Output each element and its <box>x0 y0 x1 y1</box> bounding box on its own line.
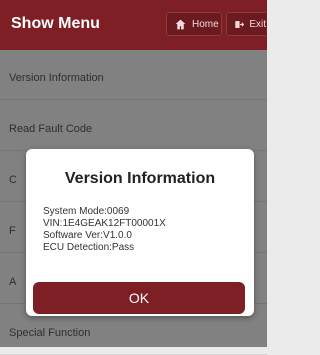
exit-button[interactable]: Exit <box>226 12 266 36</box>
dialog-line: Software Ver:V1.0.0 <box>43 230 132 241</box>
ok-button[interactable]: OK <box>33 282 245 314</box>
dialog-title: Version Information <box>64 170 216 187</box>
home-icon <box>175 19 186 29</box>
exit-button-label: Exit <box>249 18 266 30</box>
dialog-line: VIN:1E4GEAK12FT00001X <box>43 218 166 229</box>
dialog-line: ECU Detection:Pass <box>43 242 135 253</box>
ok-button-label: OK <box>128 290 150 306</box>
page-title: Show Menu <box>11 15 100 32</box>
dialog-line: System Mode:0069 <box>43 206 130 217</box>
home-button-label: Home <box>192 18 219 30</box>
dialog-body: System Mode:0069 VIN:1E4GEAK12FT00001X S… <box>43 206 166 254</box>
top-header: Show Menu Home Exit <box>0 0 267 50</box>
exit-icon <box>235 20 245 28</box>
home-button[interactable]: Home <box>166 12 222 36</box>
